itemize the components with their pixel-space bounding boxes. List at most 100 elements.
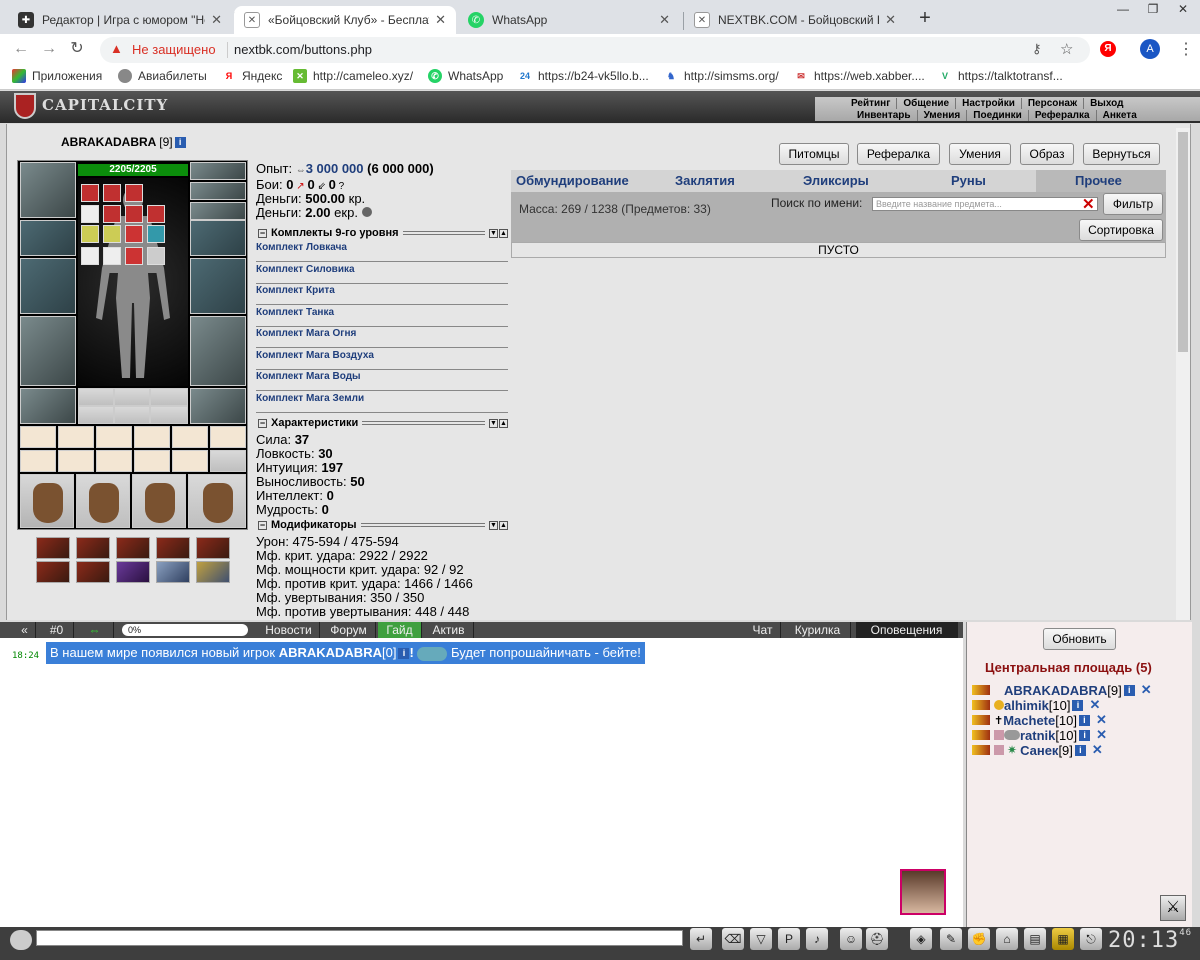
fist-icon[interactable]: ✊	[968, 928, 990, 950]
info-icon[interactable]: i	[1123, 684, 1135, 696]
chat-message[interactable]: В нашем мире появился новый игрок ABRAKA…	[46, 642, 645, 664]
scroll-slot[interactable]	[172, 450, 208, 472]
search-input[interactable]: Введите название предмета...	[872, 197, 1098, 211]
kit-link[interactable]: Комплект Силовика	[256, 262, 508, 284]
bracers-slot[interactable]	[20, 220, 76, 256]
kit-link[interactable]: Комплект Мага Земли	[256, 391, 508, 413]
arrow-up-icon[interactable]: ▲	[499, 228, 508, 238]
online-player[interactable]: alhimik [10] i ✕	[972, 697, 1100, 713]
star-icon[interactable]: ☆	[1060, 40, 1073, 58]
effect-icon[interactable]	[156, 561, 190, 583]
arrow-down-icon[interactable]: ▼	[489, 418, 498, 428]
kit-link[interactable]: Комплект Ловкача	[256, 240, 508, 262]
bag-icon[interactable]: ◈	[910, 928, 932, 950]
restore-icon[interactable]: ❐	[1138, 0, 1168, 20]
tab-chat[interactable]: Чат	[745, 622, 781, 638]
yandex-extension-icon[interactable]: Я	[1100, 41, 1116, 57]
exit-icon[interactable]: ⎋	[1080, 928, 1102, 950]
scroll-slot[interactable]	[96, 450, 132, 472]
filter-button[interactable]: Фильтр	[1103, 193, 1163, 215]
attack-icon[interactable]: ✕	[1096, 712, 1107, 728]
eraser-icon[interactable]: ⌫	[722, 928, 744, 950]
arrow-down-icon[interactable]: ▼	[489, 228, 498, 238]
gloves-slot[interactable]	[190, 220, 246, 256]
filter-icon[interactable]: ▽	[750, 928, 772, 950]
bookmark-apps[interactable]: Приложения	[12, 69, 102, 83]
item-slot[interactable]	[81, 247, 99, 265]
info-icon[interactable]: i	[398, 648, 410, 660]
rune-slot[interactable]	[114, 388, 150, 406]
boots-slot[interactable]	[190, 388, 246, 424]
menu-rating[interactable]: Рейтинг	[845, 98, 898, 109]
map-icon[interactable]: ▦	[1052, 928, 1074, 950]
swap-icon[interactable]: ⇔	[76, 622, 114, 638]
scroll-slot[interactable]	[20, 450, 56, 472]
collapse-icon[interactable]: −	[258, 228, 267, 238]
shop-icon[interactable]: ⌂	[996, 928, 1018, 950]
bookmark-b24[interactable]: 24 https://b24-vk5llo.b...	[518, 69, 649, 83]
item-slot[interactable]	[103, 184, 121, 202]
sort-button[interactable]: Сортировка	[1079, 219, 1163, 241]
scroll-slot[interactable]	[58, 426, 94, 448]
refresh-button[interactable]: Обновить	[1043, 628, 1116, 650]
minimize-icon[interactable]: —	[1108, 0, 1138, 20]
return-button[interactable]: Вернуться	[1083, 143, 1160, 165]
item-slot[interactable]	[125, 247, 143, 265]
rune-slot[interactable]	[114, 406, 150, 424]
effect-icon[interactable]	[116, 537, 150, 559]
bag-slot[interactable]	[76, 474, 130, 528]
info-icon[interactable]: i	[1074, 744, 1086, 756]
info-icon[interactable]: i	[174, 137, 186, 149]
item-slot[interactable]	[103, 205, 121, 223]
item-slot[interactable]	[125, 225, 143, 243]
leggings-slot[interactable]	[190, 316, 246, 386]
item-slot[interactable]	[81, 184, 99, 202]
ring-slot[interactable]	[190, 202, 246, 220]
bookmark-simsms[interactable]: ♞ http://simsms.org/	[664, 69, 779, 83]
skills-button[interactable]: Умения	[949, 143, 1011, 165]
item-slot[interactable]	[125, 184, 143, 202]
bag-slot[interactable]	[132, 474, 186, 528]
item-slot[interactable]	[81, 205, 99, 223]
attack-icon[interactable]: ✕	[1089, 697, 1100, 713]
scroll-slot[interactable]	[134, 450, 170, 472]
book-icon[interactable]: ▤	[1024, 928, 1046, 950]
tab-forum[interactable]: Форум	[322, 622, 376, 638]
helmet-icon[interactable]: ⛑	[866, 928, 888, 950]
item-slot[interactable]	[147, 225, 165, 243]
effect-icon[interactable]	[196, 561, 230, 583]
referral-button[interactable]: Рефералка	[857, 143, 940, 165]
forward-icon[interactable]: →	[38, 38, 60, 60]
menu-icon[interactable]: ⋮	[1178, 39, 1194, 59]
scroll-slot[interactable]	[210, 426, 246, 448]
scroll-icon[interactable]: ✎	[940, 928, 962, 950]
collapse-left-button[interactable]: «	[14, 622, 36, 638]
tab-runes[interactable]: Руны	[951, 170, 986, 192]
menu-profile[interactable]: Анкета	[1097, 110, 1143, 121]
rune-slot[interactable]	[150, 406, 188, 424]
close-icon[interactable]: ✕	[211, 12, 222, 28]
bookmark-avia[interactable]: Авиабилеты	[118, 69, 207, 83]
tab-other[interactable]: Прочее	[1036, 170, 1166, 192]
info-icon[interactable]: i	[1072, 699, 1084, 711]
tab-equipment[interactable]: Обмундирование	[516, 170, 629, 192]
weapon-slot[interactable]	[20, 258, 76, 314]
effect-icon[interactable]	[36, 561, 70, 583]
tab-elixirs[interactable]: Эликсиры	[803, 170, 869, 192]
empty-slot[interactable]	[210, 450, 246, 472]
new-tab-button[interactable]: +	[911, 4, 939, 32]
scrollbar[interactable]	[1176, 128, 1190, 620]
kit-link[interactable]: Комплект Мага Огня	[256, 326, 508, 348]
speaker-icon[interactable]	[10, 930, 32, 950]
attack-icon[interactable]: ✕	[1096, 727, 1107, 743]
menu-inventory[interactable]: Инвентарь	[851, 110, 918, 121]
scroll-slot[interactable]	[96, 426, 132, 448]
scroll-slot[interactable]	[20, 426, 56, 448]
online-player[interactable]: ratnik [10] i ✕	[972, 727, 1107, 743]
shield-slot[interactable]	[190, 258, 246, 314]
effect-icon[interactable]	[116, 561, 150, 583]
bookmark-xabber[interactable]: ✉ https://web.xabber....	[794, 69, 925, 83]
effect-icon[interactable]	[156, 537, 190, 559]
swords-icon[interactable]: ⚔	[1160, 895, 1186, 921]
kit-link[interactable]: Комплект Крита	[256, 283, 508, 305]
